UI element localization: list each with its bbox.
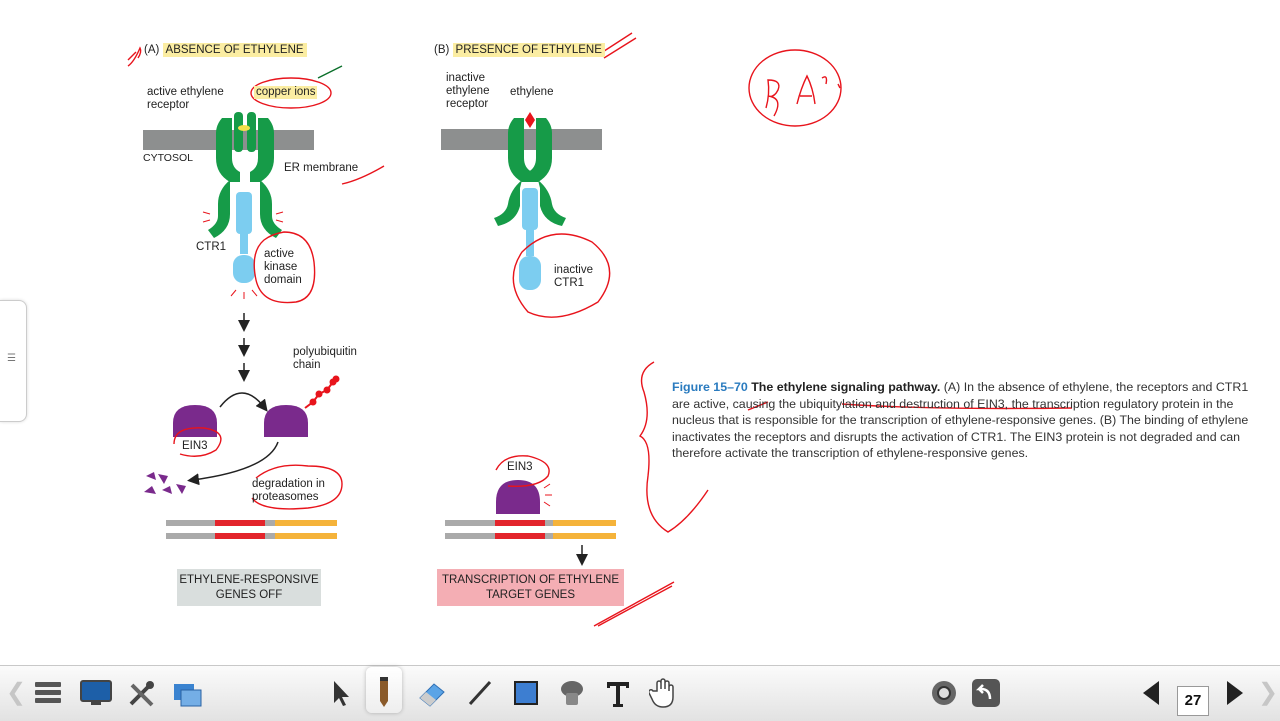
- tools-icon[interactable]: [124, 675, 160, 711]
- side-panel-tab[interactable]: ☰: [0, 300, 27, 422]
- previous-page-icon[interactable]: [1134, 675, 1170, 711]
- ethylene-label: ethylene: [510, 86, 554, 98]
- polyubiquitin-chain: [304, 375, 340, 409]
- camera-icon[interactable]: [926, 675, 962, 711]
- ein3-ubiquitylated-a: [264, 405, 308, 437]
- left-edge-chevron-icon[interactable]: ❮: [6, 678, 26, 707]
- panel-a-header: (A) ABSENCE OF ETHYLENE: [144, 43, 307, 57]
- genes-off-box: ETHYLENE-RESPONSIVE GENES OFF: [177, 569, 321, 606]
- copper-ions-a: [238, 125, 250, 131]
- right-edge-chevron-icon[interactable]: ❯: [1258, 678, 1278, 707]
- ein3-fragments: [144, 472, 186, 494]
- ctr1-b: [519, 188, 541, 290]
- rectangle-icon[interactable]: [508, 675, 544, 711]
- panel-b-diagram: [441, 112, 616, 566]
- inactive-receptor-label: inactive ethylene receptor: [446, 72, 490, 110]
- dna-b: [445, 520, 616, 539]
- fill-icon[interactable]: [554, 675, 590, 711]
- undo-icon[interactable]: [968, 675, 1004, 711]
- panel-b-header: (B) PRESENCE OF ETHYLENE: [434, 43, 605, 57]
- polyubiquitin-label: polyubiquitin chain: [293, 346, 357, 371]
- figure-caption: Figure 15–70 The ethylene signaling path…: [672, 379, 1267, 462]
- whiteboard-canvas[interactable]: (A) ABSENCE OF ETHYLENE active ethylene …: [0, 0, 1280, 665]
- dna-a: [166, 520, 337, 539]
- text-icon[interactable]: [600, 675, 636, 711]
- figure-number: Figure 15–70: [672, 380, 748, 394]
- ethylene-molecule: [525, 112, 535, 128]
- copper-ions-label: copper ions: [254, 86, 318, 99]
- panel-a-diagram: [143, 112, 340, 539]
- transcription-box: TRANSCRIPTION OF ETHYLENE TARGET GENES: [437, 569, 624, 606]
- ein3-label-b: EIN3: [507, 461, 533, 473]
- pencil-icon[interactable]: [366, 667, 402, 713]
- menu-icon[interactable]: [30, 675, 66, 711]
- line-icon[interactable]: [462, 675, 498, 711]
- bottom-toolbar: ❮ ❯: [0, 665, 1280, 721]
- page-number[interactable]: 27: [1177, 686, 1209, 716]
- eraser-icon[interactable]: [414, 675, 450, 711]
- ctr1-a: [233, 192, 255, 283]
- figure-title: The ethylene signaling pathway.: [751, 380, 941, 394]
- next-page-icon[interactable]: [1216, 675, 1252, 711]
- active-receptor-label: active ethylene receptor: [147, 86, 224, 111]
- active-kinase-label: active kinase domain: [264, 248, 302, 286]
- cytosol-label: CYTOSOL: [143, 152, 193, 164]
- ein3-label-a: EIN3: [182, 440, 208, 452]
- er-membrane-label: ER membrane: [284, 162, 359, 174]
- inactive-ctr1-label: inactive CTR1: [554, 264, 593, 289]
- share-icon[interactable]: [170, 675, 206, 711]
- degradation-label: degradation in proteasomes: [252, 478, 325, 503]
- hand-icon[interactable]: [646, 675, 682, 711]
- screen-icon[interactable]: [78, 675, 114, 711]
- ctr1-label-a: CTR1: [196, 241, 227, 253]
- select-arrow-icon[interactable]: [322, 675, 358, 711]
